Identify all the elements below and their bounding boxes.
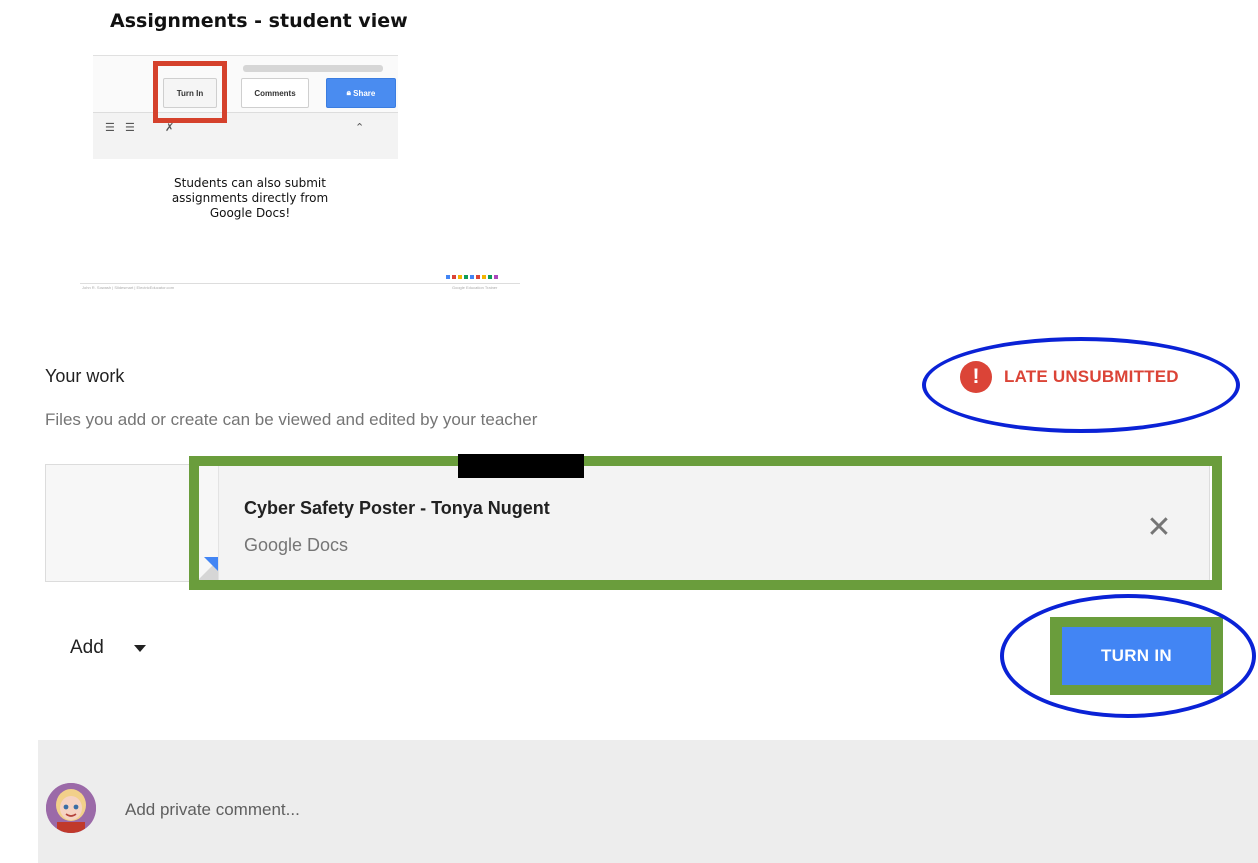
docs-toolbar: ☰ ☰ ✗ ⌃ [93, 116, 398, 138]
your-work-title: Your work [45, 366, 125, 386]
google-colors-bar [446, 275, 498, 279]
caret-down-icon [133, 644, 146, 652]
caption-line: Students can also submit [174, 176, 326, 190]
redaction-bar [458, 454, 584, 478]
user-avatar-icon [46, 783, 96, 833]
attachment-highlight-box [189, 456, 1222, 590]
your-work-description: Files you add or create can be viewed an… [45, 410, 538, 429]
slide-caption: Students can also submit assignments dir… [140, 176, 360, 221]
docs-share-button: 🔒︎ Share [326, 78, 396, 108]
docs-screenshot: Turn In Comments 🔒︎ Share ☰ ☰ ✗ ⌃ [93, 55, 398, 159]
status-highlight-oval [922, 337, 1240, 433]
avatar [46, 783, 96, 833]
slide-footer-left: John R. Sowash | Slidesmart | ElectricEd… [82, 285, 175, 290]
add-label: Add [70, 637, 104, 658]
account-bar [243, 65, 383, 72]
collapse-icon: ⌃ [355, 122, 365, 134]
private-comment-bar [38, 740, 1258, 863]
slide-footer-right: Google Education Trainer [452, 285, 498, 290]
share-label: Share [353, 88, 376, 98]
add-dropdown-button[interactable]: Add [70, 637, 146, 659]
docs-comments-button: Comments [241, 78, 309, 108]
turn-in-highlight-oval [1000, 594, 1256, 718]
docs-header: Turn In Comments 🔒︎ Share [93, 56, 398, 113]
indent-icon: ☰ [105, 122, 115, 134]
caption-line: assignments directly from [171, 191, 329, 205]
slide-title: Assignments - student view [110, 10, 408, 32]
private-comment-input[interactable] [123, 796, 727, 824]
outdent-icon: ☰ [125, 122, 135, 134]
caption-line: Google Docs! [209, 206, 291, 220]
clear-format-icon: ✗ [165, 122, 175, 134]
red-highlight-box [153, 61, 227, 123]
slide-thumbnail: Assignments - student view Turn In Comme… [80, 0, 520, 300]
slide-footer-divider [80, 283, 520, 284]
